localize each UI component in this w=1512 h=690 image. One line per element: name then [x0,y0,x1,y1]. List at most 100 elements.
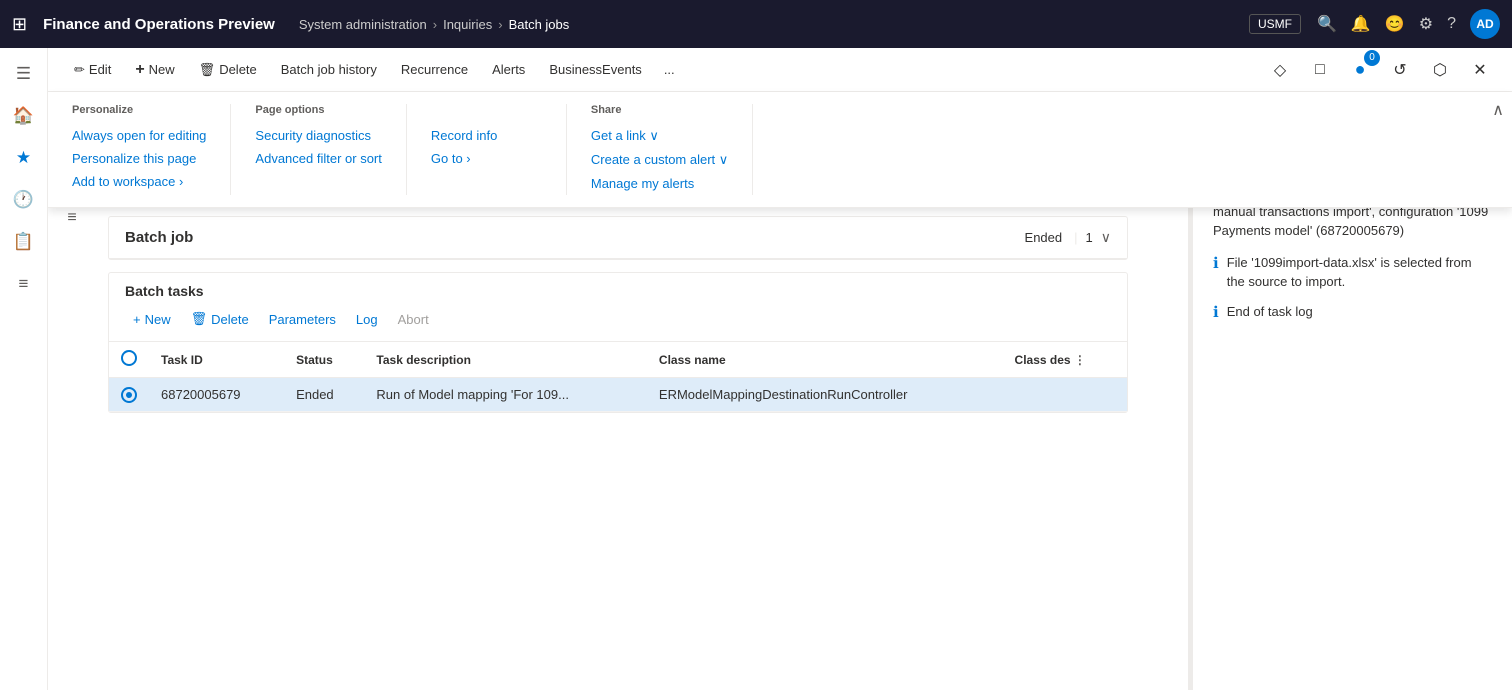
th-task-id: Task ID [149,342,284,378]
table-row[interactable]: 68720005679 Ended Run of Model mapping '… [109,378,1127,412]
alerts-label: Alerts [492,62,525,77]
tasks-table: Task ID Status Task description Class na… [109,342,1127,412]
business-events-button[interactable]: BusinessEvents [539,56,652,83]
main-area: ✏ Edit + New 🗑 Delete Batch job history … [48,48,1512,690]
row-status: Ended [284,378,364,412]
more-button[interactable]: ... [656,56,683,83]
dropdown-share-title: Share [591,104,728,116]
th-select [109,342,149,378]
sidebar-menu-icon[interactable]: ☰ [6,56,42,92]
dropdown-menu: Personalize Always open for editing Pers… [48,92,1512,208]
row-select-cell[interactable] [109,378,149,412]
get-link-item[interactable]: Get a link ∨ [591,124,728,148]
add-workspace-item[interactable]: Add to workspace › [72,170,206,193]
go-to-item[interactable]: Go to › [431,147,542,170]
edit-icon: ✏ [74,62,85,78]
header-radio[interactable] [121,350,137,366]
emoji-icon[interactable]: 😊 [1385,14,1405,34]
breadcrumb: System administration › Inquiries › Batc… [299,17,1233,32]
settings-icon[interactable]: ⚙ [1419,14,1433,34]
refresh-icon-btn[interactable]: ↺ [1384,54,1416,86]
info-icon-1: ℹ [1213,254,1219,272]
batch-tasks-header: Batch tasks + New 🗑 Delete Para [109,273,1127,342]
business-events-label: BusinessEvents [549,62,642,77]
sidebar-home-icon[interactable]: 🏠 [6,98,42,134]
app-grid-icon[interactable]: ⊞ [12,14,27,35]
info-text-1: File '1099import-data.xlsx' is selected … [1227,253,1492,292]
new-button[interactable]: + New [125,55,184,85]
record-info-item[interactable]: Record info [431,124,542,147]
help-icon[interactable]: ? [1447,15,1456,33]
tasks-table-header-row: Task ID Status Task description Class na… [109,342,1127,378]
personalize-page-item[interactable]: Personalize this page [72,147,206,170]
info-item-1: ℹ File '1099import-data.xlsx' is selecte… [1213,253,1492,292]
sidebar-workspace-icon[interactable]: 📋 [6,224,42,260]
row-radio[interactable] [121,387,137,403]
advanced-filter-sort-item[interactable]: Advanced filter or sort [255,147,381,170]
open-new-icon-btn[interactable]: ⬡ [1424,54,1456,86]
th-task-description: Task description [364,342,647,378]
batch-tasks-section: Batch tasks + New 🗑 Delete Para [108,272,1128,413]
manage-alerts-item[interactable]: Manage my alerts [591,172,728,195]
go-to-chevron: › [466,151,470,166]
panel-icon-btn[interactable]: □ [1304,54,1336,86]
custom-alert-chevron: ∨ [719,152,729,167]
chevron-icon: › [179,174,183,189]
sidebar-recent-icon[interactable]: 🕐 [6,182,42,218]
tasks-log-label: Log [356,312,378,327]
th-class-name: Class name [647,342,1003,378]
page-content: ▽ ≡ ▽ Batch job | Standard view ∨ 687199… [48,129,1188,690]
th-class-des: Class des ⋮ [1003,342,1127,378]
dropdown-personalize-section: Personalize Always open for editing Pers… [48,104,231,195]
create-custom-alert-item[interactable]: Create a custom alert ∨ [591,148,728,172]
dropdown-record-section: Record info Go to › [407,104,567,195]
tasks-parameters-label: Parameters [269,312,336,327]
edit-button[interactable]: ✏ Edit [64,56,121,84]
delete-button[interactable]: 🗑 Delete [189,56,267,84]
delete-icon: 🗑 [199,62,216,78]
batch-job-status: Ended [1025,230,1063,245]
avatar[interactable]: AD [1470,9,1500,39]
column-options-icon[interactable]: ⋮ [1074,353,1086,367]
breadcrumb-batch-jobs: Batch jobs [509,17,570,32]
status-sep: | [1074,230,1077,245]
tasks-delete-button[interactable]: 🗑 Delete [183,307,257,331]
dropdown-record-title [431,104,542,116]
row-class-name: ERModelMappingDestinationRunController [647,378,1003,412]
tasks-delete-icon: 🗑 [191,311,208,327]
tasks-log-button[interactable]: Log [348,308,386,331]
content-area: ▽ ≡ ▽ Batch job | Standard view ∨ 687199… [48,129,1512,690]
recurrence-button[interactable]: Recurrence [391,56,478,83]
batch-job-count: 1 [1086,230,1093,245]
more-icon: ... [664,62,675,77]
sidebar-modules-icon[interactable]: ≡ [6,266,42,302]
notification-icon[interactable]: 🔔 [1351,14,1371,34]
batch-job-history-button[interactable]: Batch job history [271,56,387,83]
tasks-new-icon: + [133,312,141,327]
row-task-description: Run of Model mapping 'For 109... [364,378,647,412]
breadcrumb-system-admin[interactable]: System administration [299,17,427,32]
left-sidebar: ☰ 🏠 ★ 🕐 📋 ≡ [0,48,48,690]
tasks-table-container: Task ID Status Task description Class na… [109,342,1127,412]
security-diagnostics-item[interactable]: Security diagnostics [255,124,381,147]
alerts-button[interactable]: Alerts [482,56,535,83]
sidebar-favorites-icon[interactable]: ★ [6,140,42,176]
batch-job-history-label: Batch job history [281,62,377,77]
breadcrumb-sep-2: › [498,17,502,32]
dropdown-close-btn[interactable]: ∧ [1492,100,1504,120]
always-open-editing-item[interactable]: Always open for editing [72,124,206,147]
batch-job-expand-btn[interactable]: ∨ [1101,229,1111,246]
tasks-new-button[interactable]: + New [125,308,179,331]
search-nav-icon[interactable]: 🔍 [1317,14,1337,34]
diamond-icon-btn[interactable]: ◇ [1264,54,1296,86]
row-class-des [1003,378,1127,412]
new-label: New [149,62,175,77]
close-toolbar-btn[interactable]: ✕ [1464,54,1496,86]
reorder-icon[interactable]: ≡ [67,209,76,227]
breadcrumb-inquiries[interactable]: Inquiries [443,17,492,32]
breadcrumb-sep-1: › [433,17,437,32]
right-panel: Message details ✕ Infolog for task Run o… [1192,129,1512,690]
tasks-parameters-button[interactable]: Parameters [261,308,344,331]
top-navigation: ⊞ Finance and Operations Preview System … [0,0,1512,48]
delete-label: Delete [219,62,257,77]
